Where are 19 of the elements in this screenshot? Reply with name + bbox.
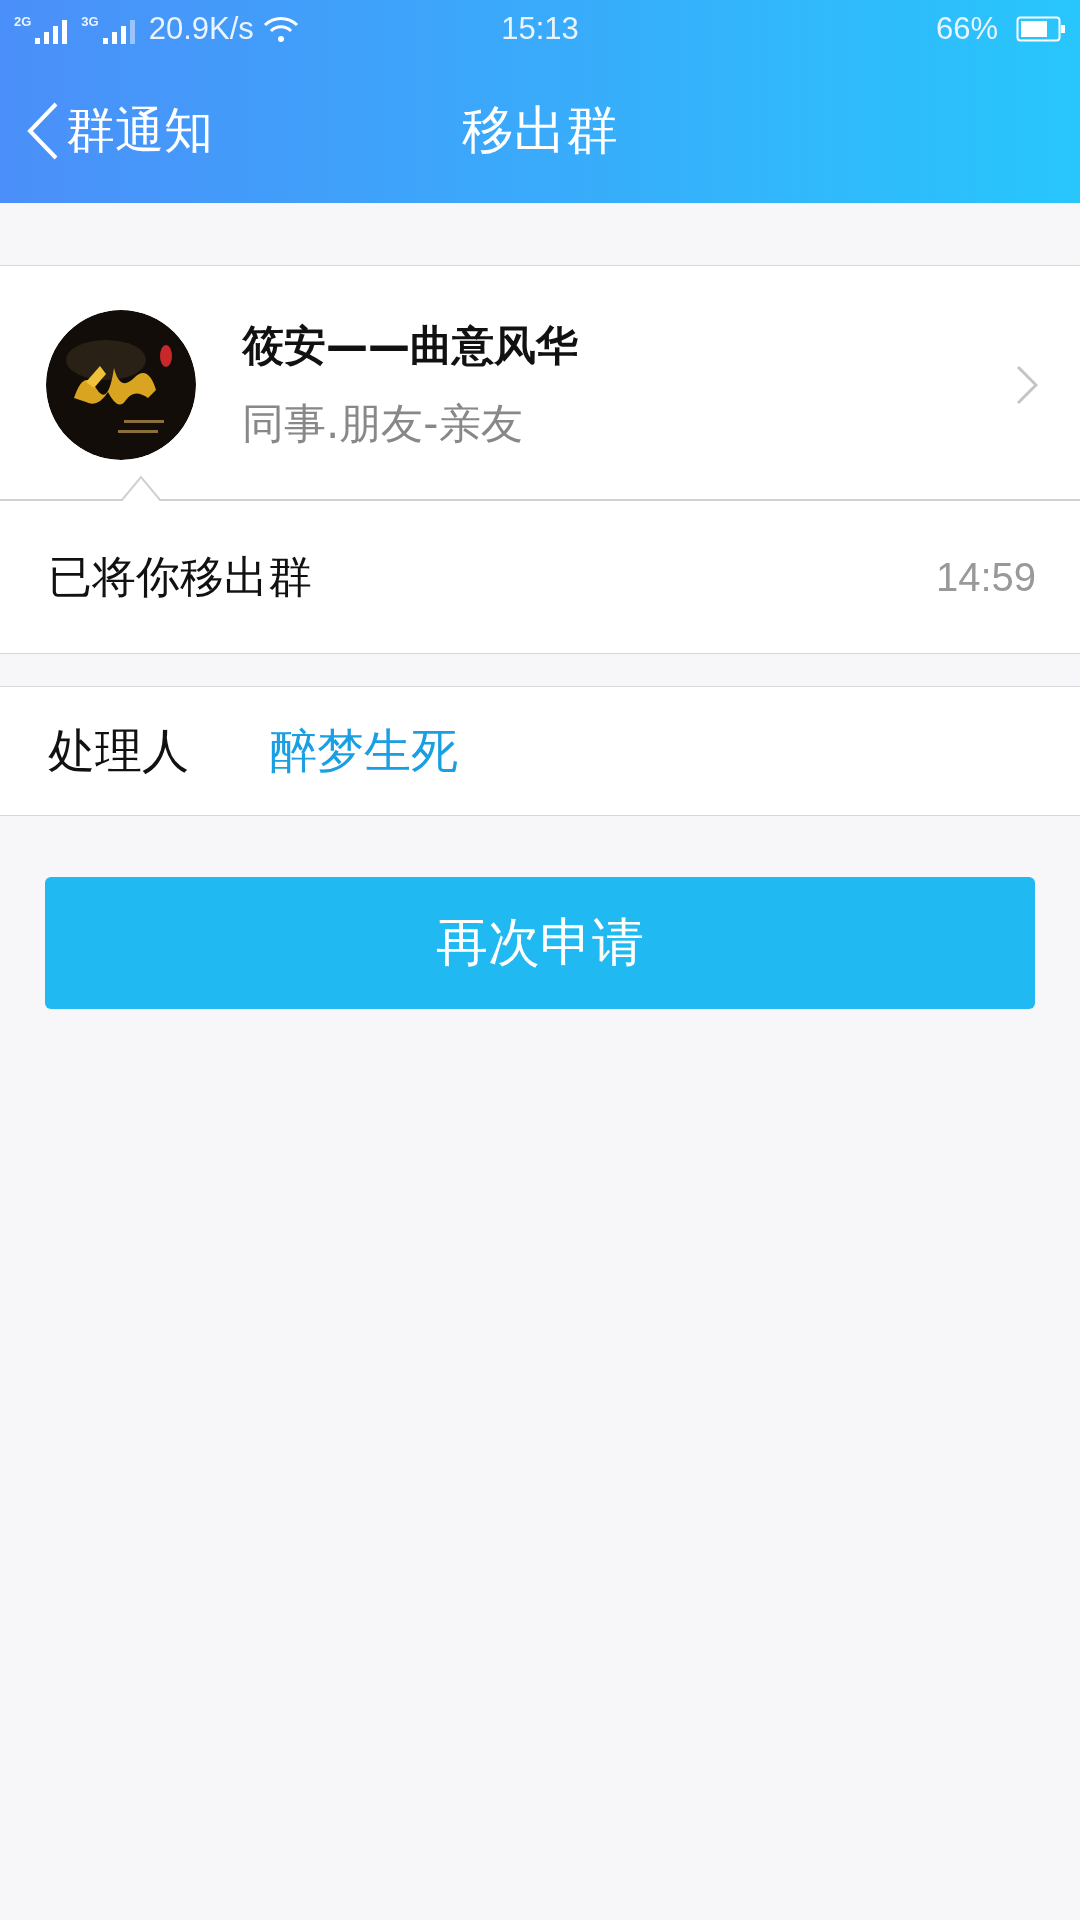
wifi-icon (261, 14, 300, 44)
notice-message: 已将你移出群 (48, 550, 313, 604)
reapply-button[interactable]: 再次申请 (45, 877, 1035, 1009)
network-label: 3G (81, 14, 99, 29)
battery-icon (1016, 16, 1066, 42)
notice-time: 14:59 (935, 555, 1036, 600)
handler-name-link[interactable]: 醉梦生死 (270, 719, 458, 783)
group-name: 筱安——曲意风华 (242, 319, 579, 372)
page-title: 移出群 (462, 98, 618, 162)
back-button[interactable]: 群通知 (0, 96, 219, 165)
handler-label: 处理人 (48, 721, 190, 780)
clock: 15:13 (501, 11, 579, 47)
network-speed: 20.9K/s (148, 11, 254, 47)
back-icon (26, 100, 60, 161)
network-label: 2G (14, 14, 32, 29)
battery-percent: 66% (935, 11, 998, 47)
group-category: 同事.朋友-亲友 (242, 397, 524, 450)
group-card[interactable]: 筱安——曲意风华 同事.朋友-亲友 (0, 265, 1080, 469)
chevron-icon (1016, 364, 1038, 405)
